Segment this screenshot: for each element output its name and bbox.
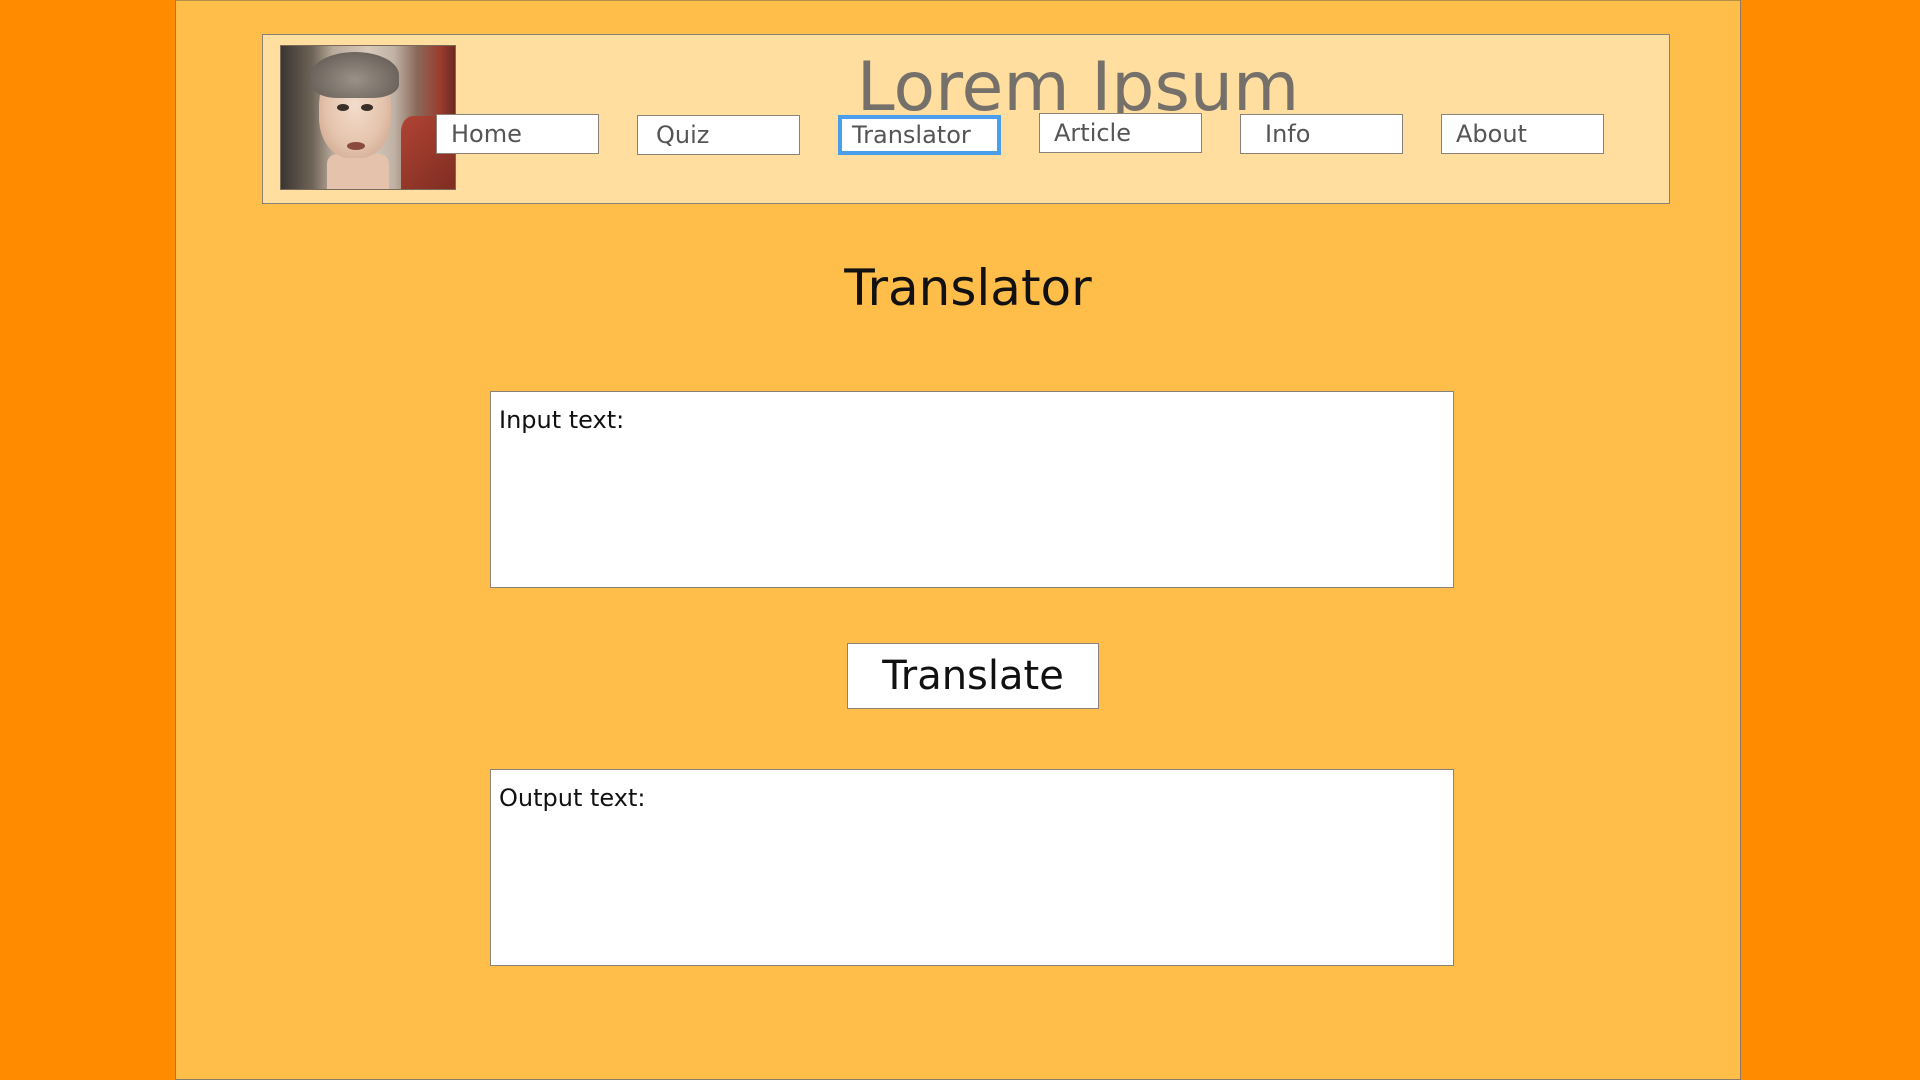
nav-home-button[interactable]: Home [436, 114, 599, 154]
site-header: Lorem Ipsum Home Quiz Translator Article… [262, 34, 1670, 204]
logo-portrait-image [280, 45, 456, 190]
nav-quiz-button[interactable]: Quiz [637, 115, 800, 155]
nav-article-button[interactable]: Article [1039, 113, 1202, 153]
output-text-placeholder: Output text: [499, 784, 646, 812]
page-container: Lorem Ipsum Home Quiz Translator Article… [175, 0, 1741, 1080]
translate-button[interactable]: Translate [847, 643, 1099, 709]
input-text-placeholder: Input text: [499, 406, 625, 434]
nav-translator-button[interactable]: Translator [838, 115, 1001, 155]
input-text-field[interactable]: Input text: [490, 391, 1454, 588]
nav-about-button[interactable]: About [1441, 114, 1604, 154]
page-title: Translator [844, 259, 1092, 317]
nav-info-button[interactable]: Info [1240, 114, 1403, 154]
output-text-field[interactable]: Output text: [490, 769, 1454, 966]
